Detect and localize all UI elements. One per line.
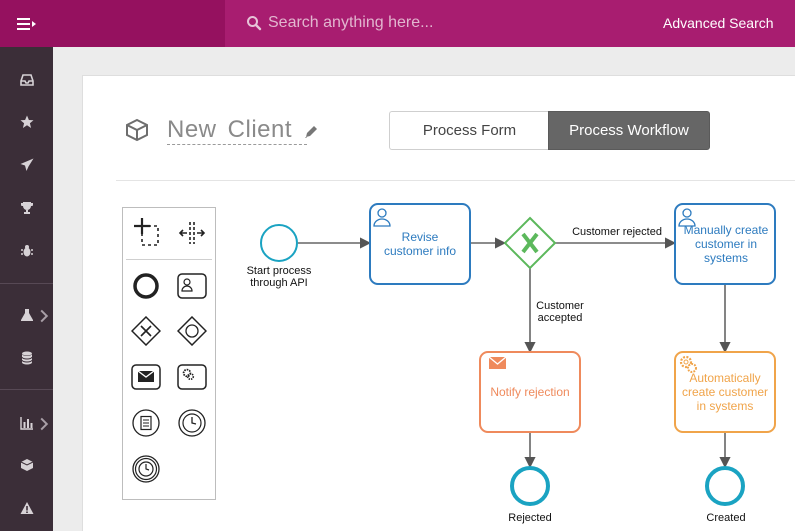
- sidebar-item-reports[interactable]: [0, 408, 53, 438]
- task-label: systems: [704, 251, 748, 265]
- task-label: Revise: [402, 230, 439, 244]
- end-event-rejected[interactable]: [510, 466, 550, 506]
- flow-label-accepted: Customer: [536, 300, 584, 312]
- start-event[interactable]: [260, 224, 298, 262]
- timer-event-tool-icon[interactable]: [177, 408, 207, 438]
- sidebar-divider: [0, 389, 53, 390]
- sidebar: [0, 47, 53, 531]
- exclusive-gateway-tool-icon[interactable]: [131, 316, 161, 346]
- message-task-tool-icon[interactable]: [131, 362, 161, 392]
- star-icon: [20, 115, 33, 128]
- sidebar-item-favorites[interactable]: [0, 107, 53, 137]
- top-bar: Advanced Search: [0, 0, 795, 47]
- card-divider: [116, 180, 795, 181]
- service-task-tool-icon[interactable]: [177, 362, 207, 392]
- user-task-tool-icon[interactable]: [177, 271, 207, 301]
- space-tool-icon[interactable]: [177, 218, 207, 248]
- process-name[interactable]: New Client: [167, 116, 307, 145]
- start-event-label: through API: [250, 277, 308, 289]
- bar-chart-icon: [19, 417, 33, 430]
- search-icon: [247, 16, 262, 31]
- cube-icon: [20, 459, 33, 471]
- flow-label-rejected: Customer rejected: [572, 226, 662, 238]
- envelope-icon: [488, 356, 507, 369]
- sidebar-item-bugs[interactable]: [0, 236, 53, 266]
- sidebar-item-database[interactable]: [0, 343, 53, 373]
- bug-icon: [20, 245, 33, 257]
- inbox-icon: [19, 74, 34, 86]
- cube-icon: [126, 118, 148, 142]
- task-label: Automatically: [689, 371, 760, 385]
- chevron-right-icon: [40, 309, 49, 323]
- tab-process-form[interactable]: Process Form: [389, 111, 549, 150]
- lasso-tool-icon[interactable]: [132, 218, 162, 248]
- sidebar-item-labs[interactable]: [0, 300, 53, 330]
- end-event-created[interactable]: [705, 466, 745, 506]
- sidebar-item-sent[interactable]: [0, 150, 53, 180]
- menu-toggle-button[interactable]: [0, 0, 53, 47]
- flask-icon: [20, 309, 33, 321]
- task-label: Notify rejection: [490, 385, 569, 399]
- chevron-right-icon: [40, 417, 49, 431]
- advanced-search-link[interactable]: Advanced Search: [663, 15, 774, 31]
- task-label: Manually create: [684, 223, 769, 237]
- sidebar-item-achievements[interactable]: [0, 193, 53, 223]
- trophy-icon: [20, 202, 33, 214]
- end-event-tool-icon[interactable]: [131, 271, 161, 301]
- conditional-event-tool-icon[interactable]: [131, 408, 161, 438]
- end-event-label: Created: [706, 512, 745, 524]
- start-event-label: Start process: [247, 265, 312, 277]
- sidebar-item-alerts[interactable]: [0, 493, 53, 523]
- tab-process-workflow[interactable]: Process Workflow: [548, 111, 710, 150]
- task-label: in systems: [697, 399, 754, 413]
- sidebar-divider: [0, 283, 53, 284]
- search-input[interactable]: [268, 9, 628, 37]
- sidebar-item-inbox[interactable]: [0, 65, 53, 95]
- end-event-label: Rejected: [508, 512, 551, 524]
- event-gateway-tool-icon[interactable]: [177, 316, 207, 346]
- task-label: customer info: [384, 244, 456, 258]
- database-icon: [21, 351, 32, 365]
- sidebar-item-packages[interactable]: [0, 450, 53, 480]
- paper-plane-icon: [20, 158, 33, 171]
- palette-divider: [126, 259, 212, 260]
- task-label: customer in: [695, 237, 757, 251]
- task-label: create customer: [682, 385, 768, 399]
- hamburger-icon: [16, 17, 36, 30]
- warning-icon: [20, 502, 33, 514]
- flow-label-accepted: accepted: [538, 312, 583, 324]
- pencil-icon[interactable]: [303, 124, 319, 140]
- timer-intermediate-event-tool-icon[interactable]: [131, 454, 161, 484]
